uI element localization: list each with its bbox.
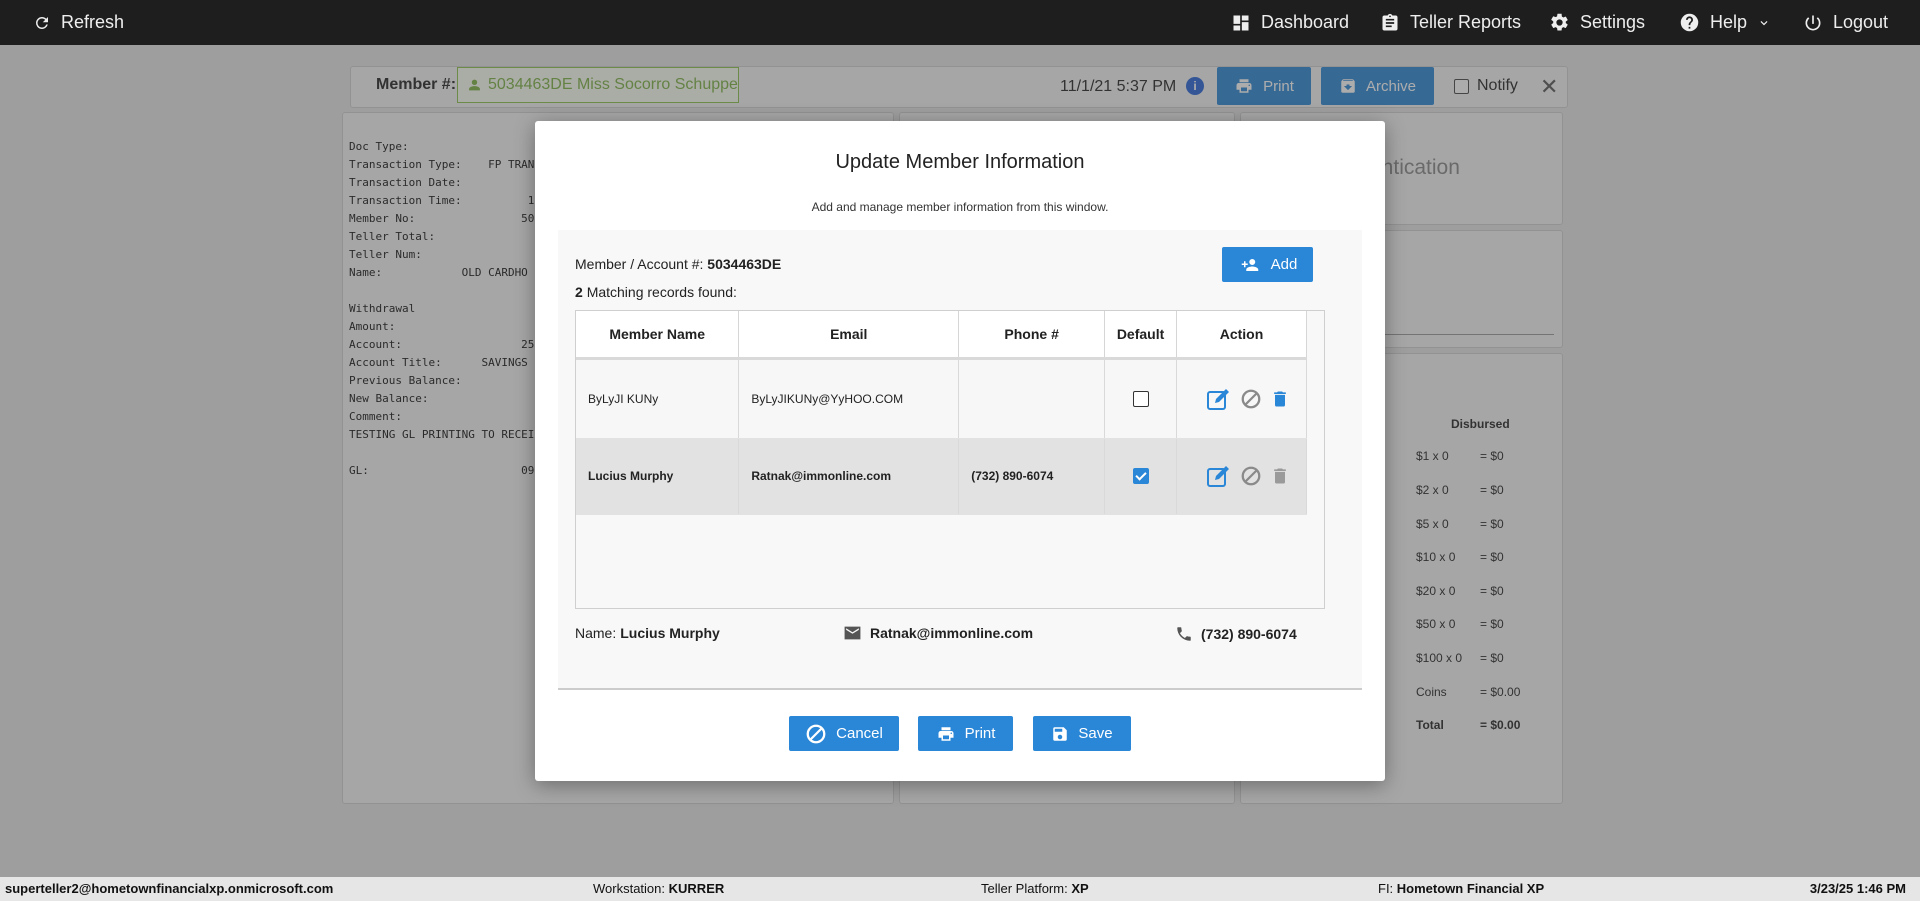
col-member-name[interactable]: Member Name bbox=[576, 311, 740, 360]
status-workstation-value: KURRER bbox=[668, 881, 725, 896]
nav-help-label: Help bbox=[1710, 12, 1748, 32]
chevron-down-icon bbox=[1760, 20, 1768, 25]
table-row[interactable]: Lucius Murphy Ratnak@immonline.com (732)… bbox=[576, 438, 1307, 515]
trash-icon bbox=[1273, 468, 1286, 484]
envelope-icon bbox=[844, 626, 861, 640]
printer-icon bbox=[938, 726, 954, 741]
nav-settings-label: Settings bbox=[1580, 12, 1646, 32]
cell-phone: (732) 890-6074 bbox=[958, 438, 1106, 515]
cell-member-name: ByLyJI KUNy bbox=[576, 358, 740, 439]
cell-email: ByLyJIKUNy@YyHOO.COM bbox=[738, 358, 960, 439]
nav-dashboard[interactable]: Dashboard bbox=[1231, 0, 1349, 45]
refresh-icon bbox=[35, 16, 48, 29]
print-label: Print bbox=[964, 725, 996, 742]
phone-icon bbox=[1177, 627, 1191, 641]
save-label: Save bbox=[1078, 725, 1113, 742]
cell-default bbox=[1104, 438, 1178, 515]
print-button[interactable]: Print bbox=[918, 716, 1013, 751]
col-action[interactable]: Action bbox=[1176, 311, 1307, 360]
detail-email-value: Ratnak@immonline.com bbox=[870, 625, 1034, 641]
dashboard-icon bbox=[1233, 15, 1249, 30]
cell-action bbox=[1176, 358, 1307, 439]
col-default[interactable]: Default bbox=[1104, 311, 1178, 360]
nav-settings[interactable]: Settings bbox=[1549, 0, 1645, 45]
cancel-label: Cancel bbox=[836, 725, 883, 742]
cell-phone bbox=[958, 358, 1106, 439]
disable-icon[interactable] bbox=[1240, 388, 1262, 410]
top-nav-bar: Refresh Dashboard Teller Reports Setting… bbox=[0, 0, 1920, 45]
refresh-label: Refresh bbox=[61, 12, 125, 32]
match-text: Matching records found: bbox=[586, 284, 737, 300]
help-circle-icon bbox=[1680, 13, 1699, 32]
match-count: 2 bbox=[575, 284, 583, 300]
trash-icon[interactable] bbox=[1270, 388, 1290, 410]
member-table: Member Name Email Phone # Default Action… bbox=[576, 311, 1307, 515]
status-bar: superteller2@hometownfinancialxp.onmicro… bbox=[0, 877, 1920, 901]
modal-title: Update Member Information bbox=[835, 151, 1085, 173]
add-user-icon bbox=[1241, 258, 1258, 271]
nav-teller-reports-label: Teller Reports bbox=[1410, 12, 1522, 32]
disable-icon[interactable] bbox=[1240, 465, 1262, 487]
col-phone[interactable]: Phone # bbox=[958, 311, 1106, 360]
col-email[interactable]: Email bbox=[738, 311, 960, 360]
update-member-modal: Update Member Information Add and manage… bbox=[535, 121, 1385, 781]
row-actions bbox=[1189, 387, 1306, 411]
default-checkbox[interactable] bbox=[1132, 390, 1149, 407]
nav-teller-reports[interactable]: Teller Reports bbox=[1380, 0, 1521, 45]
nav-help[interactable]: Help bbox=[1679, 0, 1771, 45]
status-fi-label: FI: bbox=[1378, 881, 1394, 896]
gear-icon bbox=[1551, 13, 1568, 31]
default-checkbox[interactable] bbox=[1132, 468, 1149, 484]
modal-subtitle: Add and manage member information from t… bbox=[811, 200, 1109, 214]
status-datetime: 3/23/25 1:46 PM bbox=[1809, 881, 1906, 896]
add-label: Add bbox=[1270, 256, 1298, 273]
account-label: Member / Account #: bbox=[575, 256, 704, 272]
detail-email: Ratnak@immonline.com bbox=[843, 625, 1033, 641]
edit-icon[interactable] bbox=[1206, 464, 1232, 488]
row-actions bbox=[1189, 464, 1306, 488]
cell-default bbox=[1104, 358, 1178, 439]
detail-phone: (732) 890-6074 bbox=[1175, 625, 1297, 643]
detail-name-value: Lucius Murphy bbox=[620, 625, 720, 641]
member-table-container[interactable]: Member Name Email Phone # Default Action… bbox=[575, 310, 1325, 609]
cancel-icon bbox=[806, 724, 826, 743]
save-button[interactable]: Save bbox=[1033, 716, 1131, 751]
floppy-disk-icon bbox=[1053, 726, 1068, 741]
match-line: 2 Matching records found: bbox=[575, 284, 737, 300]
detail-phone-value: (732) 890-6074 bbox=[1201, 626, 1297, 642]
cell-email: Ratnak@immonline.com bbox=[738, 438, 960, 515]
nav-logout-label: Logout bbox=[1833, 12, 1889, 32]
status-platform-value: XP bbox=[1071, 881, 1089, 896]
table-row[interactable]: ByLyJI KUNy ByLyJIKUNy@YyHOO.COM bbox=[576, 358, 1307, 439]
status-platform-label: Teller Platform: bbox=[981, 881, 1068, 896]
nav-dashboard-label: Dashboard bbox=[1261, 12, 1350, 32]
edit-icon[interactable] bbox=[1206, 387, 1232, 411]
status-workstation-label: Workstation: bbox=[593, 881, 666, 896]
nav-logout[interactable]: Logout bbox=[1803, 0, 1888, 45]
cell-member-name: Lucius Murphy bbox=[576, 438, 740, 515]
account-line: Member / Account #: 5034463DE bbox=[575, 256, 781, 272]
cell-action bbox=[1176, 438, 1307, 515]
account-number: 5034463DE bbox=[707, 256, 782, 272]
status-fi-value: Hometown Financial XP bbox=[1396, 881, 1545, 896]
status-fi: FI: Hometown Financial XP bbox=[1378, 881, 1544, 896]
status-platform: Teller Platform: XP bbox=[981, 881, 1089, 896]
detail-name: Name: Lucius Murphy bbox=[575, 625, 720, 641]
table-header-row: Member Name Email Phone # Default Action bbox=[576, 311, 1307, 360]
power-icon bbox=[1805, 15, 1821, 30]
add-member-button[interactable]: Add bbox=[1222, 247, 1313, 282]
status-workstation: Workstation: KURRER bbox=[593, 881, 724, 896]
cancel-button[interactable]: Cancel bbox=[789, 716, 899, 751]
clipboard-icon bbox=[1382, 13, 1398, 31]
refresh-button[interactable]: Refresh bbox=[33, 0, 124, 45]
detail-name-label: Name: bbox=[575, 625, 617, 641]
status-user: superteller2@hometownfinancialxp.onmicro… bbox=[5, 881, 334, 896]
